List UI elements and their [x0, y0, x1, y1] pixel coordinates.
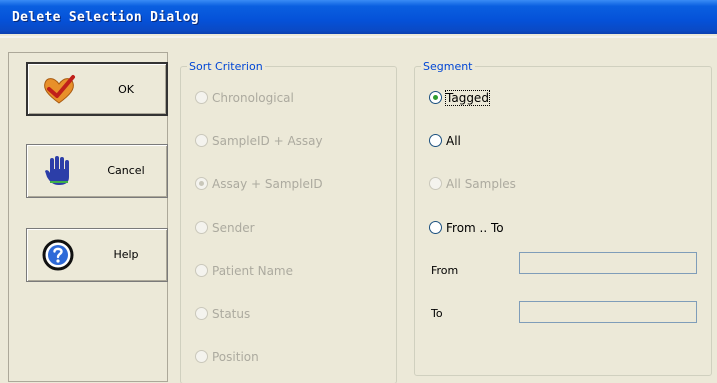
segment-all-label: All [446, 134, 461, 148]
sort-patient-name-radio[interactable] [195, 264, 208, 277]
sort-assay-sampleid-radio[interactable] [195, 177, 208, 190]
cancel-button[interactable]: Cancel [26, 144, 168, 198]
sort-chronological-radio[interactable] [195, 91, 208, 104]
to-label: To [431, 307, 443, 320]
sort-patient-name-label: Patient Name [212, 264, 293, 278]
sort-position-label: Position [212, 350, 259, 364]
cancel-button-label: Cancel [107, 164, 145, 177]
question-icon [42, 239, 74, 271]
sort-sender-label: Sender [212, 221, 255, 235]
ok-button-label: OK [118, 83, 134, 96]
sort-chronological-label: Chronological [212, 91, 294, 105]
sort-criterion-title: Sort Criterion [187, 60, 265, 73]
segment-all-samples-label: All Samples [446, 177, 516, 191]
sort-sampleid-assay-label: SampleID + Assay [212, 134, 323, 148]
segment-group: Segment Tagged All All Samples From .. T… [414, 60, 712, 376]
from-label: From [431, 264, 459, 277]
title-bar[interactable]: Delete Selection Dialog [0, 0, 717, 36]
ok-button[interactable]: OK [26, 62, 168, 116]
sort-assay-sampleid-label: Assay + SampleID [212, 177, 323, 191]
help-button-label: Help [113, 248, 139, 261]
radio-selected-dot [199, 181, 204, 186]
sort-sender-radio[interactable] [195, 221, 208, 234]
segment-title: Segment [421, 60, 475, 73]
segment-from-to-label: From .. To [446, 221, 504, 235]
segment-all-radio[interactable] [429, 134, 442, 147]
from-field[interactable] [519, 252, 697, 274]
stop-hand-icon [45, 156, 69, 185]
radio-selected-dot [433, 95, 438, 100]
segment-all-samples-radio[interactable] [429, 177, 442, 190]
segment-tagged-label: Tagged [445, 90, 490, 106]
to-field[interactable] [519, 301, 697, 323]
sort-sampleid-assay-radio[interactable] [195, 134, 208, 147]
sort-status-label: Status [212, 307, 251, 321]
segment-from-to-radio[interactable] [429, 221, 442, 234]
sort-status-radio[interactable] [195, 307, 208, 320]
sort-criterion-group: Sort Criterion Chronological SampleID + … [180, 60, 397, 383]
heart-check-icon [44, 75, 75, 104]
help-button[interactable]: Help [26, 228, 168, 282]
window-title: Delete Selection Dialog [12, 10, 199, 25]
sort-position-radio[interactable] [195, 350, 208, 363]
segment-tagged-radio[interactable] [429, 91, 442, 104]
